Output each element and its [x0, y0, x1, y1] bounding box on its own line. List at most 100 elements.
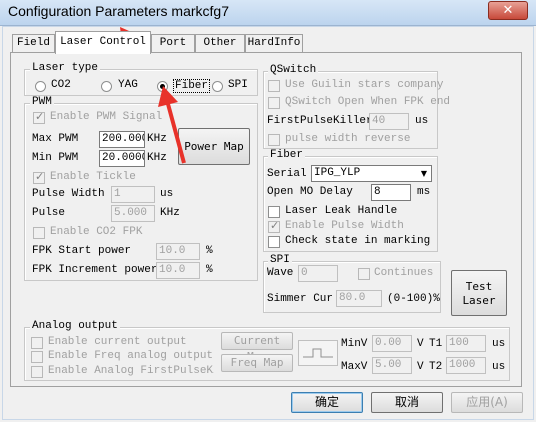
radio-yag[interactable] — [101, 81, 112, 92]
t2-input[interactable]: 1000 — [446, 357, 486, 374]
simmer-cur-unit: (0-100)% — [387, 293, 440, 305]
enable-current-output-checkbox[interactable] — [31, 337, 43, 349]
serial-select[interactable]: IPG_YLP — [311, 165, 432, 182]
maxv-unit: V — [417, 361, 424, 373]
minv-input[interactable]: 0.00 — [372, 335, 412, 352]
min-pwm-label: Min PWM — [32, 152, 79, 164]
open-mo-delay-unit: ms — [417, 186, 431, 198]
label-fiber: Fiber — [173, 79, 211, 93]
continues-label: Continues — [374, 267, 434, 279]
radio-fiber[interactable] — [157, 81, 168, 92]
pulse-width-label: Pulse Width — [32, 188, 105, 200]
t1-label: T1 — [429, 338, 443, 350]
fpk-start-label: FPK Start power — [32, 245, 132, 257]
open-mo-delay-label: Open MO Delay — [267, 186, 353, 198]
tab-other[interactable]: Other — [195, 34, 245, 53]
pulse-width-unit: us — [160, 188, 174, 200]
qswitch-legend: QSwitch — [268, 64, 319, 76]
enable-current-output-label: Enable current output — [48, 336, 187, 348]
laser-type-legend: Laser type — [30, 62, 101, 74]
test-laser-button[interactable]: Test Laser — [451, 270, 507, 316]
test-laser-line2: Laser — [462, 294, 496, 307]
use-guilin-checkbox[interactable] — [268, 80, 280, 92]
current-map-button[interactable]: Current Map — [221, 332, 293, 363]
label-yag: YAG — [118, 79, 138, 91]
tab-port[interactable]: Port — [151, 34, 195, 53]
cancel-button[interactable]: 取消 — [371, 392, 443, 413]
pulse-unit: KHz — [160, 207, 180, 219]
spi-legend: SPI — [268, 254, 292, 266]
maxv-input[interactable]: 5.00 — [372, 357, 412, 374]
open-mo-delay-input[interactable]: 8 — [371, 184, 411, 201]
first-pulse-killer-label: FirstPulseKiller — [267, 115, 373, 127]
window-title: Configuration Parameters markcfg7 — [8, 3, 229, 19]
close-button[interactable]: ✕ — [488, 1, 528, 20]
pulse-waveform-icon — [298, 340, 338, 366]
pulse-width-input[interactable]: 1 — [111, 186, 155, 203]
first-pulse-killer-unit: us — [415, 115, 429, 127]
max-pwm-input[interactable]: 200.000 — [99, 131, 145, 148]
pwm-legend: PWM — [30, 96, 54, 108]
check-state-checkbox[interactable] — [268, 236, 280, 248]
enable-pulse-width-checkbox[interactable] — [268, 219, 280, 233]
pulse-width-reverse-checkbox[interactable] — [268, 134, 280, 146]
t1-input[interactable]: 100 — [446, 335, 486, 352]
enable-co2-fpk-label: Enable CO2 FPK — [50, 226, 143, 238]
t2-unit: us — [492, 361, 506, 373]
chevron-down-icon[interactable]: ▼ — [417, 166, 431, 181]
fiber-legend: Fiber — [268, 149, 306, 161]
tab-hardinfo[interactable]: HardInfo — [245, 34, 303, 53]
laser-leak-handle-label: Laser Leak Handle — [285, 205, 398, 217]
enable-co2-fpk-checkbox[interactable] — [33, 227, 45, 239]
enable-analog-first-pulse-checkbox[interactable] — [31, 366, 43, 378]
enable-tickle-checkbox[interactable] — [33, 170, 45, 184]
minv-unit: V — [417, 338, 424, 350]
enable-pwm-signal-label: Enable PWM Signal — [50, 111, 163, 123]
fpk-increment-unit: % — [206, 264, 213, 276]
tab-field[interactable]: Field — [12, 34, 55, 53]
label-spi: SPI — [228, 79, 248, 91]
enable-analog-first-pulse-label: Enable Analog FirstPulseKill — [48, 365, 214, 377]
minv-label: MinV — [341, 338, 368, 350]
simmer-cur-label: Simmer Cur — [267, 293, 334, 305]
pulse-label: Pulse — [32, 207, 66, 219]
test-laser-line1: Test — [465, 280, 493, 293]
wave-label: Wave — [267, 267, 294, 279]
first-pulse-killer-input[interactable]: 40 — [369, 113, 409, 130]
label-co2: CO2 — [51, 79, 71, 91]
enable-tickle-label: Enable Tickle — [50, 171, 136, 183]
check-state-label: Check state in marking — [285, 235, 431, 247]
pulse-width-reverse-label: pulse width reverse — [285, 133, 411, 145]
radio-spi[interactable] — [212, 81, 223, 92]
wave-input[interactable]: 0 — [298, 265, 338, 282]
fpk-start-unit: % — [206, 245, 213, 257]
power-map-button[interactable]: Power Map — [178, 128, 250, 165]
max-pwm-label: Max PWM — [32, 133, 79, 145]
qswitch-open-fpk-label: QSwitch Open When FPK end — [285, 96, 451, 108]
min-pwm-unit: KHz — [147, 152, 167, 164]
serial-label: Serial — [267, 168, 307, 180]
simmer-cur-input[interactable]: 80.0 — [336, 290, 382, 307]
laser-leak-handle-checkbox[interactable] — [268, 206, 280, 218]
analog-output-legend: Analog output — [30, 320, 120, 332]
enable-pwm-signal-checkbox[interactable] — [33, 110, 45, 124]
waveform-graphic — [303, 348, 333, 358]
ok-button[interactable]: 确定 — [291, 392, 363, 413]
radio-co2[interactable] — [35, 81, 46, 92]
max-pwm-unit: KHz — [147, 133, 167, 145]
enable-pulse-width-label: Enable Pulse Width — [285, 220, 404, 232]
enable-freq-analog-checkbox[interactable] — [31, 351, 43, 363]
t1-unit: us — [492, 338, 506, 350]
enable-freq-analog-label: Enable Freq analog output — [48, 350, 214, 362]
t2-label: T2 — [429, 361, 443, 373]
pulse-input[interactable]: 5.000 — [111, 205, 155, 222]
qswitch-open-fpk-checkbox[interactable] — [268, 97, 280, 109]
fpk-start-input[interactable]: 10.0 — [156, 243, 200, 260]
continues-checkbox[interactable] — [358, 268, 370, 280]
maxv-label: MaxV — [341, 361, 368, 373]
min-pwm-input[interactable]: 20.0000 — [99, 150, 145, 167]
apply-button[interactable]: 应用(A) — [451, 392, 523, 413]
fpk-increment-input[interactable]: 10.0 — [156, 262, 200, 279]
freq-map-button[interactable]: Freq Map — [221, 354, 293, 372]
tab-laser-control[interactable]: Laser Control — [55, 31, 151, 54]
